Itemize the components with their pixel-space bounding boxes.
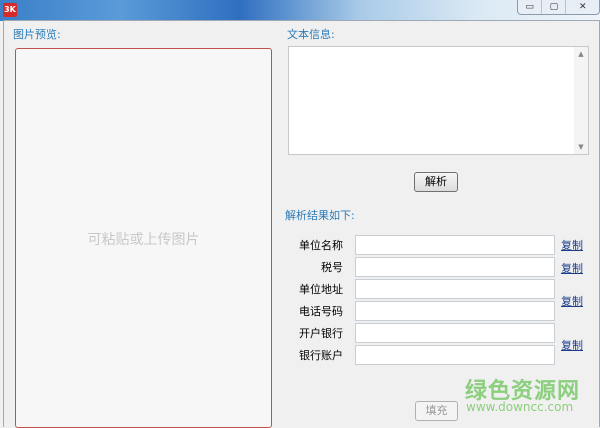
close-button[interactable]: ✕ [566, 0, 599, 14]
image-preview-area[interactable]: 可粘贴或上传图片 [15, 48, 272, 428]
window-controls: ▭ ▢ ✕ [517, 0, 600, 15]
address-input[interactable] [355, 279, 555, 299]
parse-button[interactable]: 解析 [414, 172, 458, 192]
results-label: 解析结果如下: [285, 209, 355, 222]
copy-tax-id-link[interactable]: 复制 [561, 260, 583, 276]
company-name-input[interactable] [355, 235, 555, 255]
maximize-button[interactable]: ▢ [542, 0, 567, 14]
field-label-phone: 电话号码 [299, 305, 343, 318]
phone-input[interactable] [355, 301, 555, 321]
preview-label: 图片预览: [13, 28, 61, 41]
watermark-url: www.downcc.com [466, 400, 574, 414]
field-label-address: 单位地址 [299, 283, 343, 296]
title-bar: 3K ▭ ▢ ✕ [0, 0, 600, 21]
field-label-tax-id: 税号 [321, 261, 343, 274]
field-label-account: 银行账户 [299, 349, 343, 362]
field-label-company: 单位名称 [299, 239, 343, 252]
text-info-input[interactable]: ▲ ▼ [288, 46, 589, 155]
copy-company-link[interactable]: 复制 [561, 237, 583, 253]
text-info-label: 文本信息: [287, 28, 335, 41]
account-input[interactable] [355, 345, 555, 365]
fill-button[interactable]: 填充 [415, 401, 458, 421]
copy-bank-account-link[interactable]: 复制 [561, 337, 583, 353]
bank-input[interactable] [355, 323, 555, 343]
scrollbar[interactable]: ▲ ▼ [574, 47, 588, 154]
app-icon: 3K [3, 3, 17, 17]
tax-id-input[interactable] [355, 257, 555, 277]
copy-address-phone-link[interactable]: 复制 [561, 293, 583, 309]
minimize-button[interactable]: ▭ [518, 0, 543, 14]
preview-placeholder: 可粘贴或上传图片 [87, 232, 200, 248]
field-label-bank: 开户银行 [299, 327, 343, 340]
